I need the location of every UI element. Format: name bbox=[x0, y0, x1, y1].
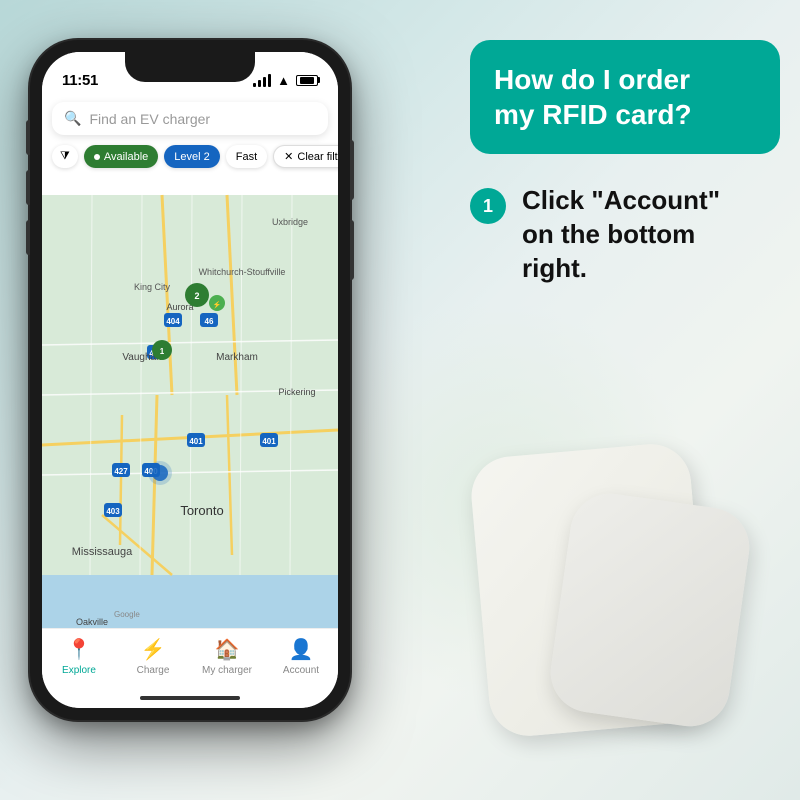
my-charger-icon: 🏠 bbox=[215, 637, 240, 662]
svg-text:Pickering: Pickering bbox=[278, 387, 315, 397]
nav-explore[interactable]: 📍 Explore bbox=[42, 637, 116, 676]
question-card: How do I order my RFID card? bbox=[470, 40, 780, 154]
step-number-1: 1 bbox=[470, 188, 506, 224]
svg-text:404: 404 bbox=[166, 317, 180, 326]
phone-mockup: 11:51 ▲ 🔍 F bbox=[30, 40, 410, 760]
charge-icon: ⚡ bbox=[141, 637, 166, 662]
svg-text:2: 2 bbox=[194, 291, 199, 301]
status-time: 11:51 bbox=[62, 72, 98, 89]
clear-icon: ✕ bbox=[284, 150, 293, 163]
svg-text:⚡: ⚡ bbox=[213, 300, 222, 309]
question-text: How do I order my RFID card? bbox=[494, 62, 756, 132]
filter-level2-label: Level 2 bbox=[174, 151, 209, 163]
phone-outer: 11:51 ▲ 🔍 F bbox=[30, 40, 350, 720]
instruction-step-1: 1 Click "Account"on the bottomright. bbox=[470, 184, 780, 285]
explore-icon: 📍 bbox=[67, 637, 92, 662]
phone-notch bbox=[125, 52, 255, 82]
svg-text:46: 46 bbox=[205, 317, 214, 326]
explore-label: Explore bbox=[62, 665, 96, 676]
svg-text:King City: King City bbox=[134, 282, 171, 292]
filter-available-label: Available bbox=[104, 151, 148, 163]
map-area[interactable]: 404 46 400 401 427 400 bbox=[42, 172, 338, 658]
available-dot bbox=[94, 154, 100, 160]
status-icons: ▲ bbox=[253, 73, 318, 88]
svg-text:Uxbridge: Uxbridge bbox=[272, 217, 308, 227]
filter-fast-label: Fast bbox=[236, 151, 257, 163]
filter-level2[interactable]: Level 2 bbox=[164, 145, 219, 168]
svg-text:Toronto: Toronto bbox=[180, 503, 223, 518]
svg-text:Whitchurch-Stouffville: Whitchurch-Stouffville bbox=[199, 267, 286, 277]
filter-icon: ⧩ bbox=[60, 150, 70, 163]
filter-fast[interactable]: Fast bbox=[226, 145, 267, 168]
filter-clear[interactable]: ✕ Clear filte bbox=[273, 145, 338, 168]
cushion-2 bbox=[546, 489, 755, 732]
nav-charge[interactable]: ⚡ Charge bbox=[116, 637, 190, 676]
svg-text:Mississauga: Mississauga bbox=[72, 546, 133, 558]
nav-account[interactable]: 👤 Account bbox=[264, 637, 338, 676]
account-label: Account bbox=[283, 665, 319, 676]
svg-text:Markham: Markham bbox=[216, 352, 258, 363]
filter-available[interactable]: Available bbox=[84, 145, 158, 168]
svg-text:401: 401 bbox=[262, 437, 276, 446]
home-indicator bbox=[140, 696, 240, 700]
right-panel: How do I order my RFID card? 1 Click "Ac… bbox=[470, 40, 780, 285]
filter-options-button[interactable]: ⧩ bbox=[52, 145, 78, 168]
svg-text:403: 403 bbox=[106, 507, 120, 516]
charge-label: Charge bbox=[137, 665, 170, 676]
filter-row: ⧩ Available Level 2 Fast ✕ Clear filte bbox=[42, 141, 338, 172]
search-icon: 🔍 bbox=[64, 110, 81, 127]
nav-my-charger[interactable]: 🏠 My charger bbox=[190, 637, 264, 676]
battery-icon bbox=[296, 75, 318, 86]
account-icon: 👤 bbox=[289, 637, 314, 662]
svg-text:427: 427 bbox=[114, 467, 128, 476]
svg-text:1: 1 bbox=[160, 347, 165, 356]
svg-text:Google: Google bbox=[114, 610, 140, 619]
phone-screen: 11:51 ▲ 🔍 F bbox=[42, 52, 338, 708]
signal-icon bbox=[253, 74, 271, 87]
svg-text:401: 401 bbox=[189, 437, 203, 446]
svg-text:Oakville: Oakville bbox=[76, 617, 108, 627]
instruction-text-1: Click "Account"on the bottomright. bbox=[522, 184, 720, 285]
filter-clear-label: Clear filte bbox=[297, 151, 338, 163]
wifi-icon: ▲ bbox=[277, 73, 290, 88]
search-bar[interactable]: 🔍 Find an EV charger bbox=[52, 102, 328, 135]
my-charger-label: My charger bbox=[202, 665, 252, 676]
map-svg: 404 46 400 401 427 400 bbox=[42, 172, 338, 658]
bottom-nav: 📍 Explore ⚡ Charge 🏠 My charger 👤 Accoun… bbox=[42, 628, 338, 708]
search-placeholder: Find an EV charger bbox=[89, 111, 210, 127]
